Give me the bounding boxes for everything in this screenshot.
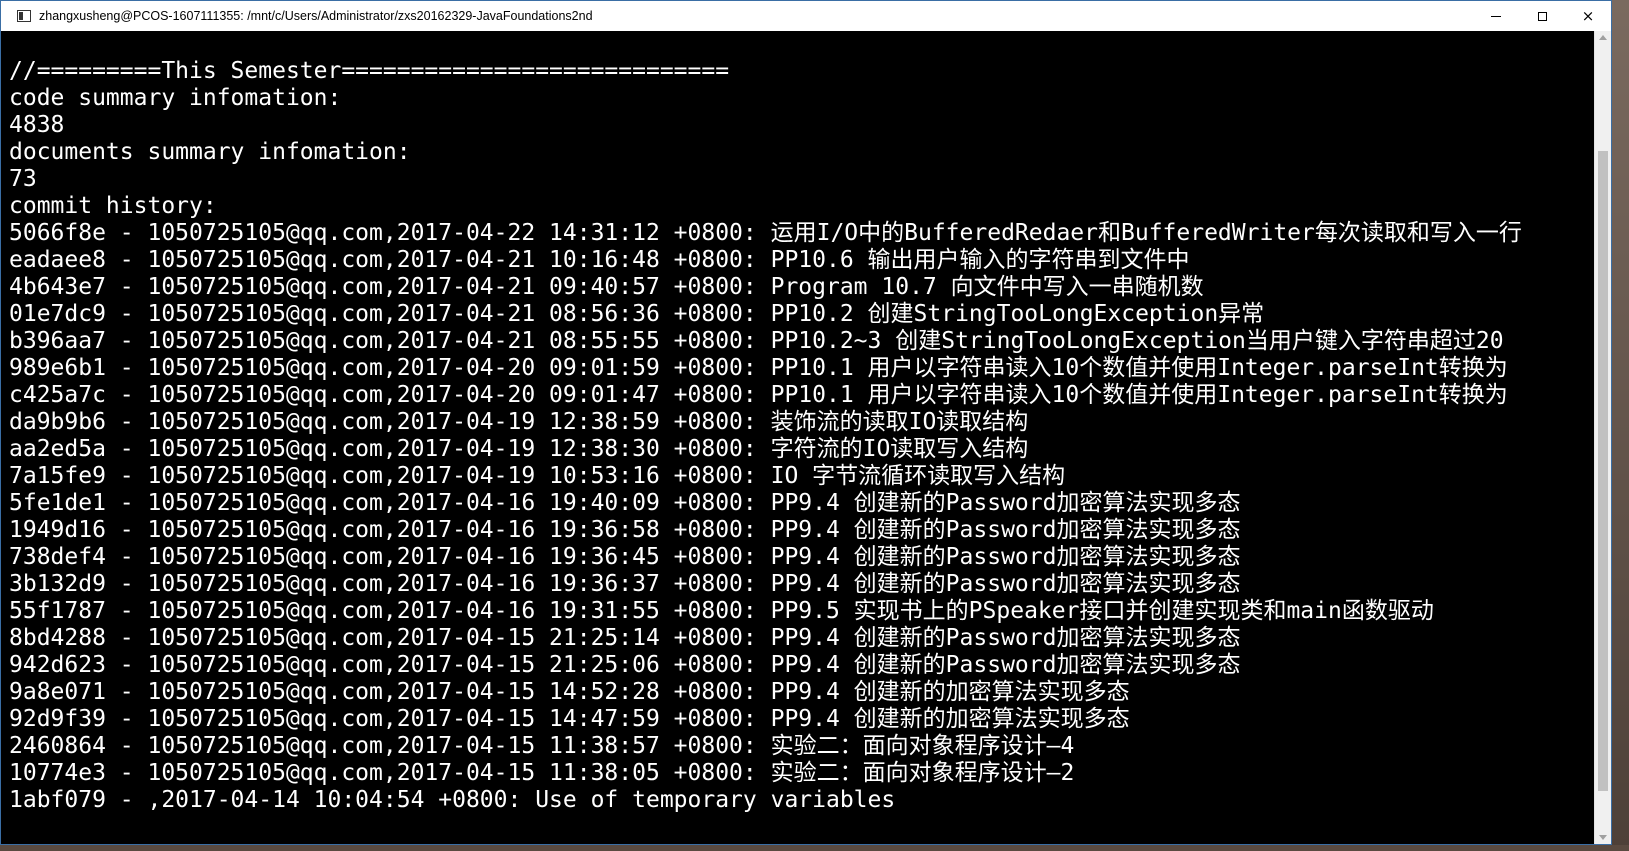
output-lines: //=========This Semester================… <box>9 58 1522 814</box>
desktop-background-right <box>1612 0 1629 851</box>
terminal-line: 3b132d9 - 1050725105@qq.com,2017-04-16 1… <box>9 571 1241 597</box>
terminal-app-icon[interactable] <box>17 10 31 22</box>
title-bar[interactable]: zhangxusheng@PCOS-1607111355: /mnt/c/Use… <box>1 1 1611 31</box>
terminal-line: 989e6b1 - 1050725105@qq.com,2017-04-20 0… <box>9 355 1508 381</box>
terminal-line: 55f1787 - 1050725105@qq.com,2017-04-16 1… <box>9 598 1434 624</box>
minimize-button[interactable] <box>1473 1 1519 31</box>
terminal-line: 5fe1de1 - 1050725105@qq.com,2017-04-16 1… <box>9 490 1241 516</box>
desktop-background-bottom <box>0 845 1629 851</box>
maximize-icon <box>1537 11 1547 21</box>
minimize-icon <box>1491 15 1501 17</box>
vertical-scrollbar[interactable] <box>1594 31 1611 844</box>
close-button[interactable]: × <box>1565 1 1611 31</box>
terminal-line: 738def4 - 1050725105@qq.com,2017-04-16 1… <box>9 544 1241 570</box>
terminal-line: 92d9f39 - 1050725105@qq.com,2017-04-15 1… <box>9 706 1130 732</box>
window-controls: × <box>1473 1 1611 31</box>
terminal-line: commit history: <box>9 193 217 219</box>
terminal-line: 1abf079 - ,2017-04-14 10:04:54 +0800: Us… <box>9 787 896 813</box>
scroll-thumb[interactable] <box>1598 151 1608 791</box>
terminal-line: 5066f8e - 1050725105@qq.com,2017-04-22 1… <box>9 220 1522 246</box>
terminal-line: eadaee8 - 1050725105@qq.com,2017-04-21 1… <box>9 247 1190 273</box>
terminal-line: 10774e3 - 1050725105@qq.com,2017-04-15 1… <box>9 760 1075 786</box>
terminal-line: aa2ed5a - 1050725105@qq.com,2017-04-19 1… <box>9 436 1029 462</box>
scroll-up-arrow-icon[interactable] <box>1599 35 1607 40</box>
terminal-line: 8bd4288 - 1050725105@qq.com,2017-04-15 2… <box>9 625 1241 651</box>
terminal-line: da9b9b6 - 1050725105@qq.com,2017-04-19 1… <box>9 409 1029 435</box>
terminal-line: code summary infomation: <box>9 85 342 111</box>
terminal-line: 73 <box>9 166 37 192</box>
window-title: zhangxusheng@PCOS-1607111355: /mnt/c/Use… <box>39 9 593 23</box>
terminal-window: zhangxusheng@PCOS-1607111355: /mnt/c/Use… <box>0 0 1612 845</box>
terminal-line: 4838 <box>9 112 65 138</box>
terminal-line: c425a7c - 1050725105@qq.com,2017-04-20 0… <box>9 382 1508 408</box>
terminal-line: 942d623 - 1050725105@qq.com,2017-04-15 2… <box>9 652 1241 678</box>
terminal-line: 1949d16 - 1050725105@qq.com,2017-04-16 1… <box>9 517 1241 543</box>
maximize-button[interactable] <box>1519 1 1565 31</box>
close-icon: × <box>1581 7 1595 25</box>
terminal-line: 01e7dc9 - 1050725105@qq.com,2017-04-21 0… <box>9 301 1265 327</box>
terminal-line: 2460864 - 1050725105@qq.com,2017-04-15 1… <box>9 733 1075 759</box>
terminal-line: 4b643e7 - 1050725105@qq.com,2017-04-21 0… <box>9 274 1204 300</box>
terminal-line: documents summary infomation: <box>9 139 411 165</box>
terminal-line: 7a15fe9 - 1050725105@qq.com,2017-04-19 1… <box>9 463 1066 489</box>
terminal-line: //=========This Semester================… <box>9 58 730 84</box>
terminal-line: b396aa7 - 1050725105@qq.com,2017-04-21 0… <box>9 328 1504 354</box>
terminal-line: 9a8e071 - 1050725105@qq.com,2017-04-15 1… <box>9 679 1130 705</box>
scroll-down-arrow-icon[interactable] <box>1599 835 1607 840</box>
terminal-output[interactable]: //=========This Semester================… <box>1 31 1594 844</box>
